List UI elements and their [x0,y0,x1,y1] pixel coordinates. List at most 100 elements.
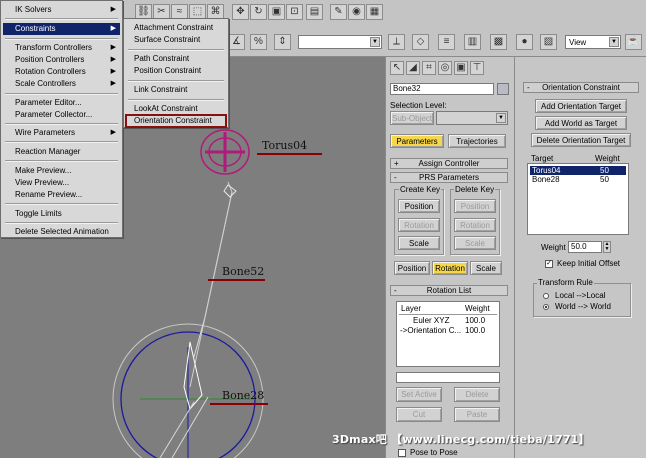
rotate-icon[interactable]: ↻ [250,4,267,20]
motion-tab-icon[interactable]: ◎ [438,61,452,75]
sub-object-button[interactable]: Sub-Object [390,111,434,125]
delete-scale-key-button[interactable]: Scale [454,236,496,250]
world-to-world-radio[interactable] [543,304,549,310]
align-icon[interactable]: ◇ [412,34,429,50]
menu-item-position-constraint[interactable]: Position Constraint [126,65,226,77]
menu-separator [5,93,118,95]
render-scene-icon[interactable]: ▧ [540,34,557,50]
target-name: Bone28 [532,175,560,184]
create-position-key-button[interactable]: Position [398,199,440,213]
add-world-as-target-button[interactable]: Add World as Target [535,116,627,130]
menu-item-path-constraint[interactable]: Path Constraint [126,53,226,65]
list-item[interactable]: Euler XYZ [413,316,449,326]
menu-item-rename-preview[interactable]: Rename Preview... [3,189,120,201]
layer-name-field[interactable] [396,372,500,383]
menu-item-transform-controllers[interactable]: Transform Controllers ▶ [3,42,120,54]
menu-item-lookat-constraint[interactable]: LookAt Constraint [126,103,226,115]
menu-item-label: Rename Preview... [15,190,83,199]
move-icon[interactable]: ✥ [232,4,249,20]
weight-spinner-icon[interactable]: ▲ ▼ [603,241,611,253]
hierarchy-tab-icon[interactable]: ⌗ [422,61,436,75]
layer-manager-icon[interactable]: ≡ [438,34,455,50]
modify-tab-icon[interactable]: ◢ [406,61,420,75]
menu-item-surface-constraint[interactable]: Surface Constraint [126,34,226,46]
prs-parameters-rollout[interactable]: - PRS Parameters [390,172,508,183]
menu-item-reaction-manager[interactable]: Reaction Manager [3,146,120,158]
position-mode-button[interactable]: Position [394,261,430,275]
snap-angle-icon[interactable]: ∡ [228,34,245,50]
sub-object-level-select[interactable]: ▼ [436,111,508,125]
menu-separator [5,38,118,40]
menu-item-parameter-editor[interactable]: Parameter Editor... [3,97,120,109]
rotation-mode-button[interactable]: Rotation [432,261,468,275]
menu-item-parameter-collector[interactable]: Parameter Collector... [3,109,120,121]
keep-initial-offset-checkbox[interactable]: ✓ [545,260,553,268]
local-to-local-label: Local -->Local [555,291,606,300]
teapot-render-icon[interactable]: ☕ [625,34,642,50]
target-list[interactable]: Torus04 50 Bone28 50 [527,163,629,235]
add-orientation-target-button[interactable]: Add Orientation Target [535,99,627,113]
menu-item-ik-solvers[interactable]: IK Solvers ▶ [3,4,120,16]
delete-position-key-button[interactable]: Position [454,199,496,213]
material-editor-icon[interactable]: ● [516,34,533,50]
utilities-tab-icon[interactable]: ⊤ [470,61,484,75]
render-icon[interactable]: ◉ [348,4,365,20]
delete-layer-button[interactable]: Delete [454,387,500,402]
menu-item-attachment-constraint[interactable]: Attachment Constraint [126,22,226,34]
center-icon[interactable]: ⊡ [286,4,303,20]
quick-render-icon[interactable]: ▦ [366,4,383,20]
object-name-field[interactable]: Bone32 [390,83,494,95]
local-to-local-radio[interactable] [543,293,549,299]
named-selection-set-select[interactable]: ▼ [298,35,382,49]
menu-item-orientation-constraint[interactable]: Orientation Constraint [125,114,227,128]
weight-column-header: Weight [465,304,490,313]
spinner-snap-icon[interactable]: ⇕ [274,34,291,50]
target-list-row[interactable]: Torus04 50 [530,166,626,175]
menu-item-delete-selected-animation[interactable]: Delete Selected Animation [3,226,120,238]
display-tab-icon[interactable]: ▣ [454,61,468,75]
menu-item-toggle-limits[interactable]: Toggle Limits [3,208,120,220]
mirror-icon[interactable]: ⟂ [388,34,405,50]
tab-trajectories[interactable]: Trajectories [448,134,506,148]
percent-snap-icon[interactable]: % [250,34,267,50]
delete-orientation-target-button[interactable]: Delete Orientation Target [531,133,631,147]
weight-field[interactable]: 50.0 [568,241,602,253]
schematic-view-icon[interactable]: ▩ [490,34,507,50]
menu-item-make-preview[interactable]: Make Preview... [3,165,120,177]
menu-item-rotation-controllers[interactable]: Rotation Controllers ▶ [3,66,120,78]
target-list-row[interactable]: Bone28 50 [530,175,626,184]
menu-item-wire-parameters[interactable]: Wire Parameters ▶ [3,127,120,139]
create-scale-key-button[interactable]: Scale [398,236,440,250]
rotation-layer-list[interactable]: Layer Weight Euler XYZ 100.0 ->Orientati… [396,301,500,367]
menu-item-position-controllers[interactable]: Position Controllers ▶ [3,54,120,66]
menu-item-link-constraint[interactable]: Link Constraint [126,84,226,96]
set-active-button[interactable]: Set Active [396,387,442,402]
create-tab-icon[interactable]: ↖ [390,61,404,75]
delete-rotation-key-button[interactable]: Rotation [454,218,496,232]
rotation-list-rollout[interactable]: - Rotation List [390,285,508,296]
menu-item-view-preview[interactable]: View Preview... [3,177,120,189]
menu-item-label: Rotation Controllers [15,67,86,76]
pose-to-pose-checkbox[interactable] [398,449,406,457]
menu-item-constraints[interactable]: Constraints ▶ [3,23,120,35]
scale-mode-button[interactable]: Scale [470,261,502,275]
assign-controller-rollout[interactable]: + Assign Controller [390,158,508,169]
track-view-icon[interactable]: ▥ [464,34,481,50]
expand-plus-icon: + [394,159,399,168]
create-rotation-key-button[interactable]: Rotation [398,218,440,232]
named-selection-icon[interactable]: ▤ [306,4,323,20]
cut-layer-button[interactable]: Cut [396,407,442,422]
curve-editor-icon[interactable]: ✎ [330,4,347,20]
tab-parameters[interactable]: Parameters [390,134,444,148]
list-item[interactable]: ->Orientation C... [400,326,461,336]
orientation-constraint-rollout[interactable]: - Orientation Constraint [523,82,639,93]
collapse-minus-icon: - [394,286,397,295]
paste-layer-button[interactable]: Paste [454,407,500,422]
object-color-swatch[interactable] [497,83,509,95]
menu-item-scale-controllers[interactable]: Scale Controllers ▶ [3,78,120,90]
chevron-down-icon: ▼ [496,113,506,123]
view-select[interactable]: View ▼ [565,35,621,49]
menu-item-label: Attachment Constraint [134,23,214,32]
list-header-divider [399,314,497,315]
scale-icon[interactable]: ▣ [268,4,285,20]
